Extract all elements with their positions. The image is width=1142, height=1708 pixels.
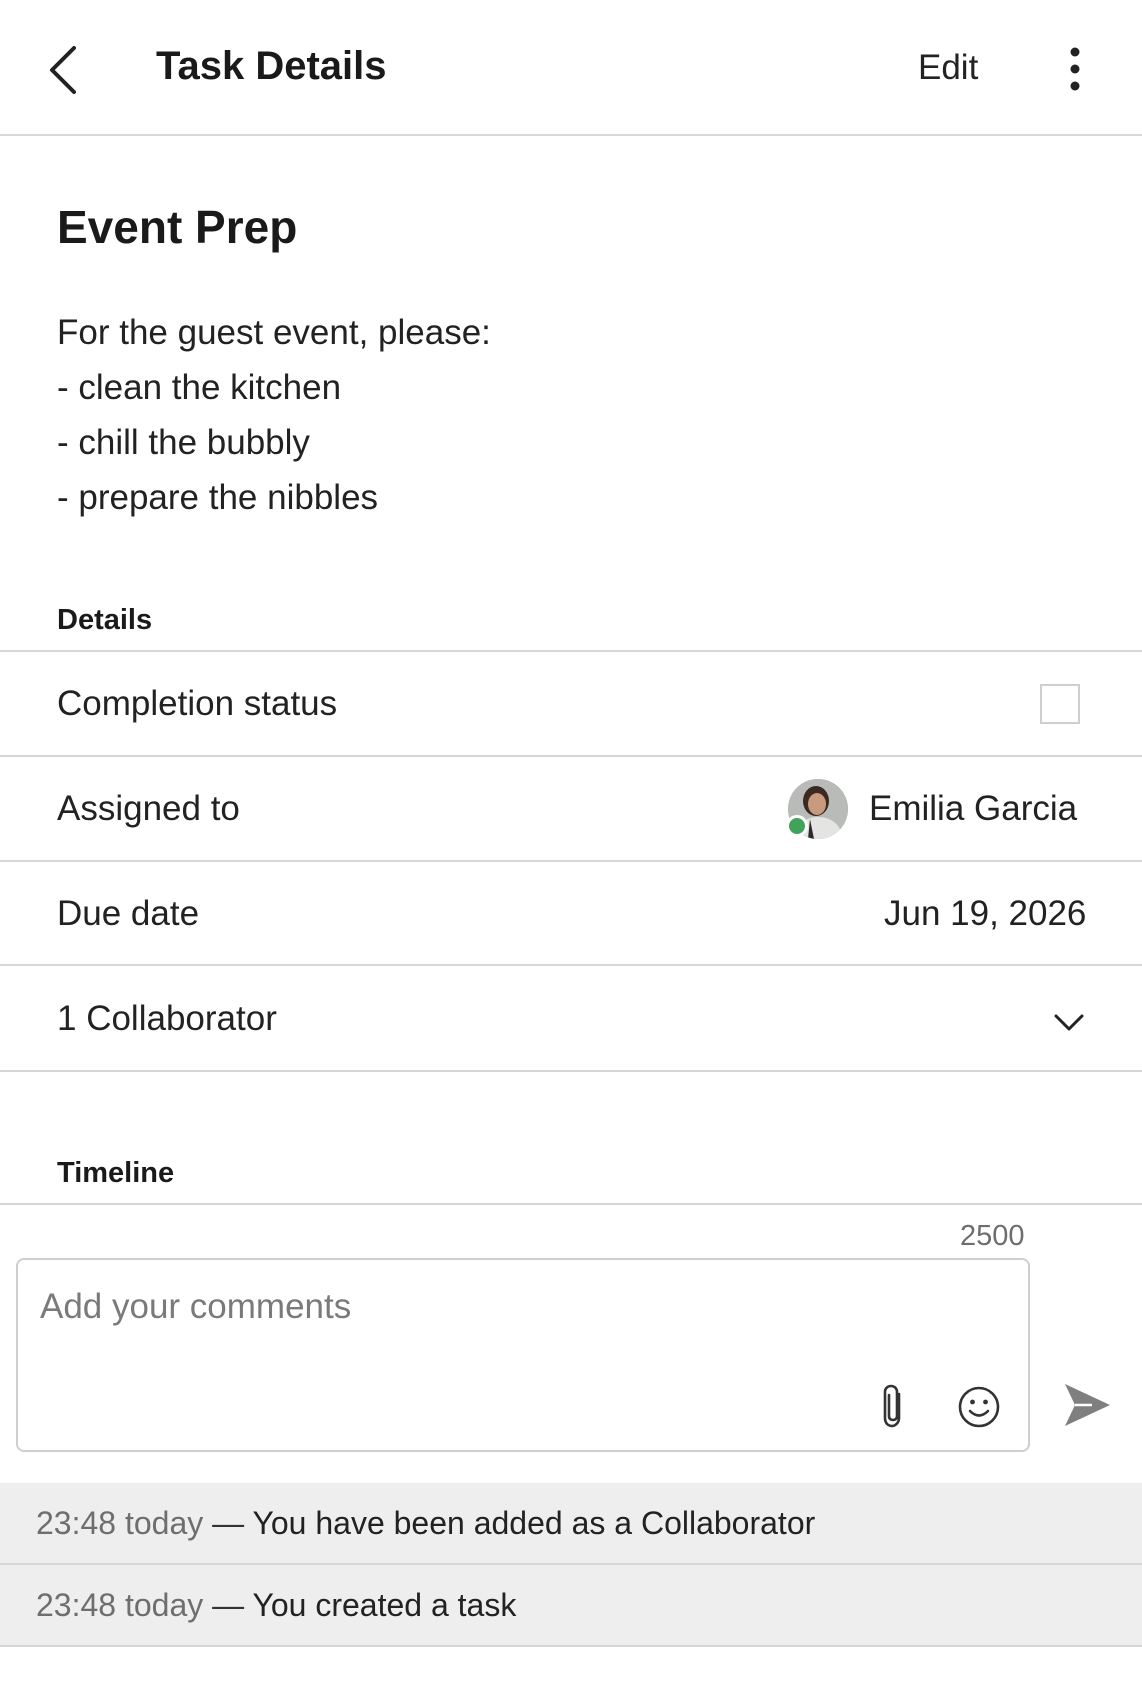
timeline-time: 23:48 today: [36, 1587, 204, 1623]
page-title: Task Details: [156, 44, 387, 88]
emoji-button[interactable]: [956, 1384, 1002, 1430]
assigned-to-label: Assigned to: [57, 789, 240, 828]
timeline-item: 23:48 today — You have been added as a C…: [0, 1483, 1142, 1565]
description-line: For the guest event, please:: [57, 313, 491, 352]
edit-button[interactable]: Edit: [918, 48, 978, 88]
expand-collaborators-button[interactable]: [1052, 1008, 1086, 1038]
task-description: For the guest event, please: - clean the…: [57, 305, 491, 525]
divider: [0, 860, 1142, 862]
divider: [0, 1070, 1142, 1072]
vertical-ellipsis-icon: [1070, 47, 1080, 91]
timeline-separator: —: [203, 1505, 253, 1541]
due-date-value[interactable]: Jun 19, 2026: [884, 894, 1086, 934]
description-line: - prepare the nibbles: [57, 478, 379, 517]
due-date-label: Due date: [57, 894, 200, 933]
attach-button[interactable]: [876, 1382, 912, 1430]
completion-status-label: Completion status: [57, 684, 338, 723]
collaborators-toggle[interactable]: 1 Collaborator: [57, 999, 277, 1039]
timeline-separator: —: [203, 1587, 253, 1623]
completion-checkbox[interactable]: [1040, 684, 1080, 724]
back-button[interactable]: [44, 40, 84, 100]
assignee-name[interactable]: Emilia Garcia: [869, 789, 1077, 829]
presence-online-indicator: [786, 815, 808, 837]
divider: [0, 650, 1142, 652]
description-line: - clean the kitchen: [57, 368, 342, 407]
divider: [0, 755, 1142, 757]
timeline-item: 23:48 today — You created a task: [0, 1565, 1142, 1647]
smiley-icon: [958, 1386, 1000, 1428]
character-counter: 2500: [960, 1220, 1025, 1252]
comment-input[interactable]: [38, 1276, 802, 1338]
timeline-message: You have been added as a Collaborator: [252, 1505, 816, 1541]
description-line: - chill the bubbly: [57, 423, 310, 462]
timeline-time: 23:48 today: [36, 1505, 204, 1541]
send-arrow-icon: [1065, 1384, 1110, 1426]
timeline-section-label: Timeline: [57, 1157, 175, 1189]
divider: [0, 964, 1142, 966]
timeline-message: You created a task: [252, 1587, 517, 1623]
more-options-button[interactable]: [1060, 44, 1090, 94]
chevron-left-icon: [50, 46, 76, 94]
divider: [0, 1203, 1142, 1205]
paperclip-icon: [883, 1384, 901, 1428]
comment-box: [16, 1258, 1030, 1452]
task-title: Event Prep: [57, 201, 298, 253]
chevron-down-icon: [1054, 1014, 1084, 1031]
app-header: Task Details Edit: [0, 0, 1142, 136]
details-section-label: Details: [57, 604, 153, 636]
timeline-entry: 23:48 today — You have been added as a C…: [36, 1505, 815, 1542]
timeline-entry: 23:48 today — You created a task: [36, 1587, 516, 1624]
send-button[interactable]: [1062, 1380, 1112, 1430]
